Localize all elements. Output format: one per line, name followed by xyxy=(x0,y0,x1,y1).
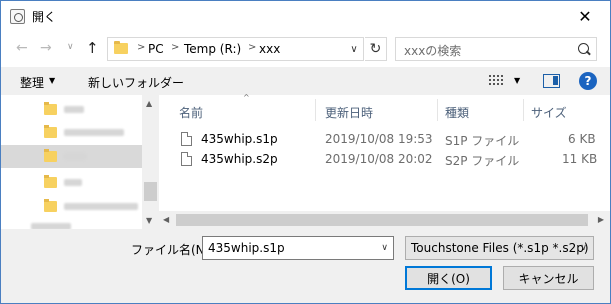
breadcrumb-pc[interactable]: PC xyxy=(148,42,164,56)
recent-locations-button[interactable]: ∨ xyxy=(67,42,74,52)
nav-pane-item[interactable] xyxy=(1,121,142,144)
file-row[interactable]: 435whip.s2p 2019/10/08 20:02 S2P ファイル 11… xyxy=(159,149,610,169)
horizontal-scrollbar[interactable]: ◀ ▶ xyxy=(159,211,610,229)
filename-value: 435whip.s1p xyxy=(208,241,285,255)
back-button[interactable]: ← xyxy=(16,40,28,56)
breadcrumb-separator[interactable]: > xyxy=(171,42,179,53)
file-size: 11 KB xyxy=(562,152,598,166)
column-divider[interactable] xyxy=(437,99,438,121)
chevron-down-icon: ∨ xyxy=(350,43,358,55)
nav-pane-scrollbar[interactable]: ▲ ▼ xyxy=(142,95,159,229)
breadcrumb-temp-drive[interactable]: Temp (R:) xyxy=(184,42,241,56)
folder-icon xyxy=(114,41,128,54)
breadcrumb-separator[interactable]: > xyxy=(137,42,145,53)
title-bar: 開く ✕ xyxy=(1,1,610,31)
scrollbar-thumb[interactable] xyxy=(144,182,157,201)
chevron-down-icon[interactable]: ∨ xyxy=(381,243,388,253)
dialog-footer: ファイル名(N): 435whip.s1p ∨ Touchstone Files… xyxy=(1,229,610,303)
file-type: S1P ファイル xyxy=(445,134,520,148)
redacted-label xyxy=(64,153,86,160)
file-modified: 2019/10/08 20:02 xyxy=(325,152,433,166)
file-name: 435whip.s2p xyxy=(201,152,278,166)
organize-dropdown-icon[interactable]: ▼ xyxy=(49,76,55,85)
help-icon[interactable]: ? xyxy=(579,72,597,90)
file-modified: 2019/10/08 19:53 xyxy=(325,132,433,146)
column-header-size[interactable]: サイズ xyxy=(531,104,567,121)
nav-pane-item[interactable] xyxy=(1,98,142,121)
refresh-icon: ↻ xyxy=(369,41,382,57)
organize-button[interactable]: 整理 xyxy=(20,74,44,91)
nav-pane-item-selected[interactable] xyxy=(1,145,142,168)
redacted-label xyxy=(64,106,84,113)
window-title: 開く xyxy=(32,10,57,24)
file-icon xyxy=(181,132,192,146)
close-button[interactable]: ✕ xyxy=(563,1,607,31)
column-divider[interactable] xyxy=(523,99,524,121)
content-area: ▲ ▼ ^ 名前 更新日時 種類 サイズ 435whip.s1p 2019/10… xyxy=(1,93,610,230)
filetype-value: Touchstone Files (*.s1p *.s2p) xyxy=(411,241,589,255)
column-divider[interactable] xyxy=(315,99,316,121)
nav-pane-item[interactable] xyxy=(1,171,142,194)
scroll-right-icon[interactable]: ▶ xyxy=(598,215,604,224)
view-dropdown-icon[interactable]: ▼ xyxy=(514,76,520,85)
folder-icon xyxy=(44,102,57,115)
navigation-pane: ▲ ▼ xyxy=(1,95,159,230)
scrollbar-thumb[interactable] xyxy=(176,214,588,226)
refresh-button[interactable]: ↻ xyxy=(365,37,387,61)
file-row[interactable]: 435whip.s1p 2019/10/08 19:53 S1P ファイル 6 … xyxy=(159,129,610,149)
folder-icon xyxy=(44,175,57,188)
file-icon xyxy=(181,152,192,166)
scroll-down-icon[interactable]: ▼ xyxy=(146,216,152,225)
folder-icon xyxy=(44,149,57,162)
command-bar: 整理 ▼ 新しいフォルダー ▼ ? xyxy=(1,67,610,95)
file-size: 6 KB xyxy=(568,132,596,146)
new-folder-button[interactable]: 新しいフォルダー xyxy=(88,74,184,91)
scroll-up-icon[interactable]: ▲ xyxy=(146,99,152,108)
forward-button[interactable]: → xyxy=(40,40,52,56)
nav-pane-item[interactable] xyxy=(1,195,142,218)
column-header-modified[interactable]: 更新日時 xyxy=(325,104,373,121)
redacted-label xyxy=(64,203,138,210)
file-type: S2P ファイル xyxy=(445,154,520,168)
cancel-button[interactable]: キャンセル xyxy=(503,266,594,290)
column-header-type[interactable]: 種類 xyxy=(445,104,469,121)
search-input[interactable]: xxxの検索 xyxy=(395,37,597,61)
view-options-icon[interactable] xyxy=(489,75,503,86)
dialog-app-icon xyxy=(10,9,25,24)
chevron-down-icon: ∨ xyxy=(580,243,587,253)
column-header-name[interactable]: 名前 xyxy=(179,104,203,121)
up-folder-button[interactable]: ↑ xyxy=(86,39,99,57)
redacted-label xyxy=(64,129,124,136)
folder-icon xyxy=(44,125,57,138)
breadcrumb-separator[interactable]: > xyxy=(248,42,256,53)
open-button[interactable]: 開く(O) xyxy=(405,266,492,290)
address-bar[interactable]: > PC > Temp (R:) > xxx xyxy=(107,37,364,61)
filename-input[interactable]: 435whip.s1p ∨ xyxy=(202,236,394,260)
filetype-select[interactable]: Touchstone Files (*.s1p *.s2p) ∨ xyxy=(405,236,594,260)
navigation-bar: ← → ∨ ↑ > PC > Temp (R:) > xxx xxxの検索 xyxy=(1,31,610,67)
address-dropdown-button[interactable]: ∨ xyxy=(342,37,366,61)
open-file-dialog: 開く ✕ ← → ∨ ↑ > PC > Temp (R:) > xxx xxxの… xyxy=(0,0,611,304)
file-list: ^ 名前 更新日時 種類 サイズ 435whip.s1p 2019/10/08 … xyxy=(159,93,610,229)
preview-pane-icon[interactable] xyxy=(543,74,560,88)
sort-ascending-icon: ^ xyxy=(243,93,250,102)
redacted-label xyxy=(64,179,82,186)
file-name: 435whip.s1p xyxy=(201,132,278,146)
scroll-left-icon[interactable]: ◀ xyxy=(163,215,169,224)
close-icon: ✕ xyxy=(578,6,592,26)
breadcrumb-xxx[interactable]: xxx xyxy=(259,42,280,56)
search-icon xyxy=(578,43,589,54)
folder-icon xyxy=(44,199,57,212)
search-placeholder: xxxの検索 xyxy=(404,44,462,58)
